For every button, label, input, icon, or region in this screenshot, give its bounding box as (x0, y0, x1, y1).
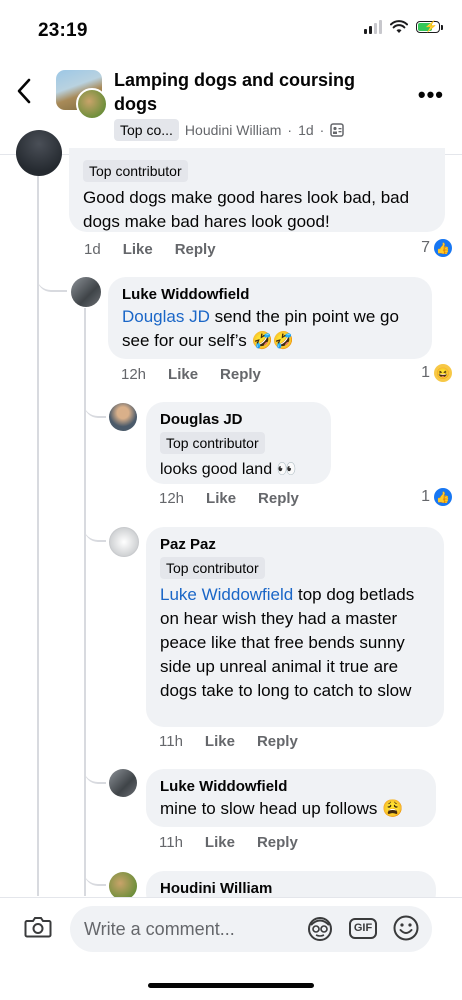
thread-elbow (84, 396, 106, 418)
comment-time: 12h (159, 490, 185, 507)
reaction-count: 1 (421, 364, 430, 381)
thread-elbow (84, 762, 106, 784)
like-button[interactable]: Like (206, 490, 236, 507)
emoji-icon[interactable] (391, 913, 421, 943)
meta-separator: · (319, 122, 325, 138)
comment-time: 1d (84, 241, 101, 258)
comment-actions: 11h Like Reply (159, 834, 298, 851)
comment-actions: 12h Like Reply (121, 366, 261, 383)
reply-button[interactable]: Reply (257, 834, 298, 851)
like-reaction-icon: 👍 (434, 488, 452, 506)
mention-link[interactable]: Douglas JD (122, 307, 210, 326)
like-button[interactable]: Like (123, 241, 153, 258)
group-privacy-icon (330, 123, 345, 137)
comment-text: Good dogs make good hares look bad, bad … (83, 188, 410, 231)
reaction-summary[interactable]: 1 😆 (421, 364, 452, 382)
status-time: 23:19 (38, 20, 88, 41)
avatar[interactable] (71, 277, 101, 307)
comment-bubble: Luke Widdowfield mine to slow head up fo… (146, 769, 436, 827)
home-indicator (148, 983, 314, 988)
reaction-summary[interactable]: 1 👍 (421, 488, 452, 506)
reaction-summary[interactable]: 7 👍 (421, 239, 452, 257)
author-avatar[interactable] (76, 88, 108, 120)
comment-text: mine to slow head up follows 😩 (160, 799, 404, 818)
like-button[interactable]: Like (205, 834, 235, 851)
comment-bubble: Luke Widdowfield Douglas JD send the pin… (108, 277, 432, 359)
camera-icon[interactable] (24, 915, 52, 939)
thread-elbow (37, 262, 67, 292)
signal-icon (364, 20, 382, 34)
like-button[interactable]: Like (205, 733, 235, 750)
comment-time: 11h (159, 834, 183, 851)
gif-label: GIF (348, 917, 378, 939)
reply-button[interactable]: Reply (257, 733, 298, 750)
comment-bubble: Top contributor Good dogs make good hare… (69, 148, 445, 232)
like-button[interactable]: Like (168, 366, 198, 383)
reaction-count: 7 (421, 239, 430, 256)
reply-button[interactable]: Reply (220, 366, 261, 383)
comment-text: Luke Widdowfield top dog betlads on hear… (160, 585, 415, 700)
commenter-name[interactable]: Luke Widdowfield (160, 777, 422, 797)
haha-reaction-icon: 😆 (434, 364, 452, 382)
comment-time: 12h (121, 366, 147, 383)
comment-placeholder: Write a comment... (84, 918, 235, 939)
avatar[interactable] (109, 872, 137, 900)
top-contributor-badge: Top contributor (83, 160, 188, 182)
commenter-name[interactable]: Paz Paz (160, 535, 430, 555)
top-contributor-badge: Top contributor (160, 432, 265, 454)
thread-elbow (84, 864, 106, 886)
avatar[interactable] (16, 130, 62, 176)
commenter-name[interactable]: Douglas JD (160, 410, 317, 430)
group-name[interactable]: Lamping dogs and coursing dogs (114, 68, 394, 116)
post-meta: Top co... Houdini William · 1d · (114, 119, 345, 141)
reaction-count: 1 (421, 488, 430, 505)
comment-actions: 11h Like Reply (159, 733, 298, 750)
post-author[interactable]: Houdini William (185, 122, 281, 138)
battery-icon: ⚡ (416, 21, 443, 33)
commenter-name[interactable]: Houdini William (160, 879, 422, 899)
comment-bubble: Douglas JD Top contributor looks good la… (146, 402, 331, 484)
avatar[interactable] (109, 527, 139, 557)
like-reaction-icon: 👍 (434, 239, 452, 257)
meta-separator: · (287, 122, 293, 138)
post-age: 1d (298, 122, 314, 138)
comment-text: looks good land 👀 (160, 461, 297, 478)
back-chevron-icon[interactable] (16, 78, 32, 110)
top-contributor-badge: Top contributor (160, 557, 265, 579)
comment-actions: 1d Like Reply (84, 241, 216, 258)
reply-button[interactable]: Reply (258, 490, 299, 507)
status-icons: ⚡ (364, 20, 443, 34)
avatar[interactable] (109, 769, 137, 797)
avatar[interactable] (109, 403, 137, 431)
comment-actions: 12h Like Reply (159, 490, 299, 507)
author-badge: Top co... (114, 119, 179, 141)
gif-icon[interactable]: GIF (348, 913, 378, 943)
mention-link[interactable]: Luke Widdowfield (160, 585, 293, 604)
comment-bubble: Paz Paz Top contributor Luke Widdowfield… (146, 527, 444, 727)
wifi-icon (390, 20, 408, 33)
comment-text: Douglas JD send the pin point we go see … (122, 307, 399, 350)
thread-elbow (84, 520, 106, 542)
comment-time: 11h (159, 733, 183, 750)
reply-button[interactable]: Reply (175, 241, 216, 258)
more-options-icon[interactable]: ••• (418, 82, 444, 108)
avatar-sticker-icon[interactable] (305, 913, 335, 943)
commenter-name[interactable]: Luke Widdowfield (122, 285, 418, 305)
